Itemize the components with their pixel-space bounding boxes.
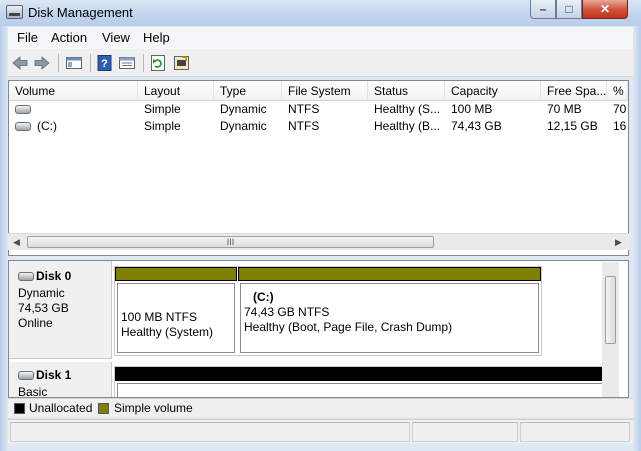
cell-status: Healthy (B... (374, 119, 441, 133)
volume-list-header: Volume Layout Type File System Status Ca… (9, 81, 628, 101)
menu-bar: File Action View Help (8, 27, 633, 49)
drive-icon (15, 122, 31, 132)
column-header-layout[interactable]: Layout (138, 81, 214, 101)
vertical-scrollbar[interactable] (602, 262, 619, 397)
disk-size: 74,53 GB (18, 301, 69, 315)
drive-icon (18, 370, 34, 380)
disk-name: Disk 0 (36, 269, 72, 283)
column-header-free-space[interactable]: Free Spa... (541, 81, 607, 101)
partition-body: (C:) 74,43 GB NTFS Healthy (Boot, Page F… (240, 283, 539, 353)
horizontal-scroll-thumb[interactable]: III (27, 236, 434, 248)
status-segment (520, 422, 630, 442)
window-title: Disk Management (28, 5, 133, 20)
column-header-file-system[interactable]: File System (282, 81, 368, 101)
back-arrow-icon[interactable] (11, 54, 29, 72)
cell-layout: Simple (144, 102, 181, 116)
disk-state: Online (18, 316, 53, 330)
menu-action[interactable]: Action (51, 30, 87, 45)
legend-bar: Unallocated Simple volume (8, 398, 633, 417)
cell-layout: Simple (144, 119, 181, 133)
status-segment (412, 422, 518, 442)
horizontal-scrollbar[interactable]: ◀ III ▶ (8, 233, 629, 250)
menu-view[interactable]: View (102, 30, 130, 45)
cell-capacity: 74,43 GB (451, 119, 502, 133)
minimize-icon: – (539, 2, 547, 16)
close-icon: ✕ (599, 2, 611, 16)
disk-management-icon (6, 5, 23, 19)
partition-header (115, 267, 237, 281)
scroll-left-arrow-icon[interactable]: ◀ (8, 234, 25, 251)
cell-volume (9, 101, 138, 118)
minimize-button[interactable]: – (530, 0, 556, 19)
rescan-disks-icon[interactable] (173, 54, 191, 72)
column-header-type[interactable]: Type (214, 81, 282, 101)
disk-map-pane[interactable]: Disk 0 Dynamic 74,53 GB Online 100 MB NT… (8, 260, 629, 398)
legend-label-unallocated: Unallocated (29, 401, 93, 415)
disk-1-label[interactable]: Disk 1 Basic (9, 362, 112, 398)
disk-kind: Dynamic (18, 286, 65, 300)
scroll-right-arrow-icon[interactable]: ▶ (610, 234, 627, 251)
properties-icon[interactable] (118, 54, 136, 72)
cell-free-space: 70 MB (547, 102, 582, 116)
partition-header-unallocated[interactable] (115, 367, 609, 381)
status-segment (10, 422, 410, 442)
menu-help[interactable]: Help (143, 30, 170, 45)
console-tree-icon[interactable] (65, 54, 83, 72)
toolbar-separator (90, 54, 91, 72)
maximize-icon: □ (565, 2, 573, 16)
cell-status: Healthy (S... (374, 102, 441, 116)
cell-free-space: 12,15 GB (547, 119, 598, 133)
partition-body-unallocated (117, 383, 607, 397)
cell-percent-free: 70 (613, 102, 627, 116)
disk-0-label[interactable]: Disk 0 Dynamic 74,53 GB Online (9, 261, 112, 359)
status-bar (8, 419, 633, 443)
column-header-status[interactable]: Status (368, 81, 445, 101)
column-header-percent-free[interactable]: % F (607, 81, 628, 101)
legend-label-simple-volume: Simple volume (114, 401, 193, 415)
cell-capacity: 100 MB (451, 102, 493, 116)
maximize-button[interactable]: □ (556, 0, 582, 19)
table-row[interactable]: Simple Dynamic NTFS Healthy (S... 100 MB… (9, 101, 628, 118)
partition-status: Healthy (Boot, Page File, Crash Dump) (244, 320, 453, 334)
window-frame-right (633, 26, 641, 451)
svg-text:?: ? (101, 58, 108, 70)
cell-file-system: NTFS (288, 102, 320, 116)
disk-kind: Basic (18, 385, 48, 398)
partition-size: 100 MB NTFS (121, 310, 198, 324)
column-header-volume[interactable]: Volume (9, 81, 138, 101)
cell-file-system: NTFS (288, 119, 320, 133)
menu-file[interactable]: File (17, 30, 38, 45)
volume-list[interactable]: Volume Layout Type File System Status Ca… (8, 80, 629, 256)
partition-status: Healthy (System) (121, 325, 214, 339)
legend-swatch-unallocated (14, 403, 25, 414)
cell-volume: (C:) (9, 118, 138, 135)
toolbar-separator (143, 54, 144, 72)
close-button[interactable]: ✕ (582, 0, 628, 19)
drive-icon (15, 105, 31, 115)
partition-c[interactable]: (C:) 74,43 GB NTFS Healthy (Boot, Page F… (238, 267, 541, 355)
column-header-capacity[interactable]: Capacity (445, 81, 541, 101)
cell-type: Dynamic (220, 102, 267, 116)
partition-size: 74,43 GB NTFS (244, 305, 330, 319)
legend-swatch-simple-volume (98, 403, 109, 414)
partition-title: (C:) (253, 290, 274, 304)
refresh-icon[interactable] (149, 54, 167, 72)
cell-percent-free: 16 (613, 119, 627, 133)
partition-system[interactable]: 100 MB NTFS Healthy (System) (115, 267, 237, 355)
drive-icon (18, 271, 34, 281)
disk-name: Disk 1 (36, 368, 72, 382)
partition-body: 100 MB NTFS Healthy (System) (117, 283, 235, 353)
partition-header (238, 267, 541, 281)
toolbar-separator (58, 54, 59, 72)
window-frame-left (0, 26, 8, 451)
scroll-grip: III (226, 237, 235, 247)
cell-type: Dynamic (220, 119, 267, 133)
vertical-scroll-thumb[interactable] (605, 276, 616, 344)
title-bar[interactable]: Disk Management – □ ✕ (0, 0, 641, 26)
help-icon[interactable]: ? (96, 54, 114, 72)
table-row[interactable]: (C:) Simple Dynamic NTFS Healthy (B... 7… (9, 118, 628, 135)
forward-arrow-icon[interactable] (33, 54, 51, 72)
toolbar: ? (8, 49, 633, 77)
